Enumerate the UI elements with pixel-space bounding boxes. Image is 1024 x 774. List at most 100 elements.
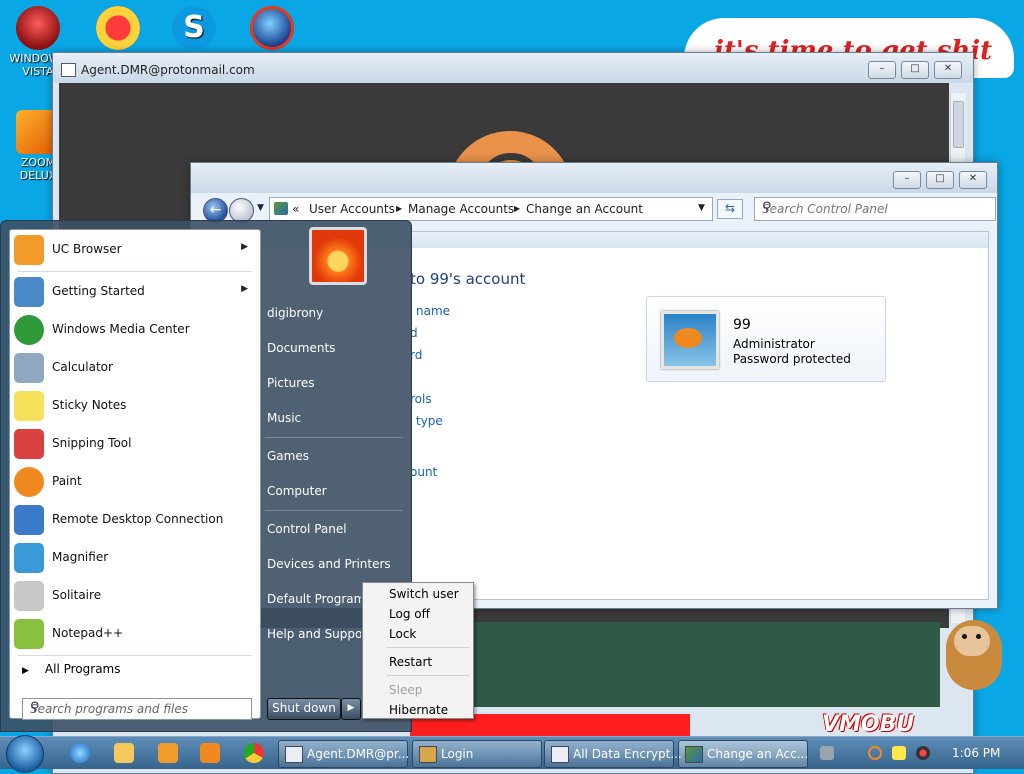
user-avatar[interactable] (309, 227, 367, 285)
uc-browser-icon (14, 235, 44, 265)
shutdown-button[interactable]: Shut down (267, 698, 341, 720)
divider (387, 675, 469, 676)
account-status: Password protected (733, 352, 851, 366)
start-right-pictures[interactable]: Pictures (267, 376, 407, 390)
start-right-control-panel[interactable]: Control Panel (267, 522, 407, 536)
minimize-button[interactable]: – (868, 61, 896, 79)
refresh-icon[interactable]: ⇆ (717, 199, 743, 219)
start-item-magnifier[interactable]: Magnifier (10, 540, 260, 576)
fish-icon (674, 328, 702, 348)
divider (265, 437, 403, 438)
start-item-solitaire[interactable]: Solitaire (10, 578, 260, 614)
account-card: 99 Administrator Password protected (646, 296, 886, 382)
search-tray-icon[interactable] (868, 746, 882, 760)
start-item-remote-desktop[interactable]: Remote Desktop Connection (10, 502, 260, 538)
power-item-log-off[interactable]: Log off (389, 607, 430, 621)
maximize-button[interactable]: □ (926, 171, 954, 189)
all-programs-label: All Programs (44, 662, 121, 676)
uc-browser-taskbar-icon[interactable] (200, 743, 220, 763)
account-name: 99 (733, 317, 751, 333)
submenu-arrow-icon: ▶ (241, 242, 248, 252)
window-titlebar[interactable]: – □ ✕ (191, 163, 997, 193)
start-right-games[interactable]: Games (267, 449, 407, 463)
breadcrumb-separator-icon[interactable]: ▶ (514, 204, 520, 213)
avatar (661, 311, 719, 369)
start-button[interactable] (6, 735, 44, 773)
window-icon (61, 63, 76, 77)
start-item-uc-browser[interactable]: UC Browser ▶ (10, 232, 260, 268)
submenu-arrow-icon: ▶ (241, 284, 248, 294)
getting-started-icon (14, 277, 44, 307)
task-link-change-name[interactable]: name (416, 304, 450, 318)
start-search-input[interactable]: Search programs and files ⚲ (22, 698, 252, 720)
start-right-default-programs[interactable]: Default Programs (267, 592, 361, 606)
notes-tray-icon[interactable] (892, 746, 906, 760)
power-options-menu: Switch user Log off Lock Restart Sleep H… (362, 582, 474, 719)
minimize-button[interactable]: – (893, 171, 921, 189)
chrome-icon[interactable] (244, 743, 264, 763)
breadcrumb-user-accounts[interactable]: User Accounts (309, 202, 395, 216)
desktop-icon-p-app[interactable] (88, 6, 148, 52)
hamster-eye (976, 634, 981, 639)
start-item-sticky-notes[interactable]: Sticky Notes (10, 388, 260, 424)
breadcrumb-separator-icon[interactable]: ▶ (396, 204, 402, 213)
ball-icon (16, 6, 60, 50)
search-icon[interactable]: ⚲ (30, 700, 246, 715)
power-item-lock[interactable]: Lock (389, 627, 416, 641)
window-titlebar[interactable]: Agent.DMR@protonmail.com – □ ✕ (53, 53, 973, 83)
address-field[interactable]: « User Accounts ▶ Manage Accounts ▶ Chan… (269, 197, 713, 221)
close-button[interactable]: ✕ (959, 171, 987, 189)
power-item-restart[interactable]: Restart (389, 655, 432, 669)
desktop-icon-skype[interactable]: S (164, 6, 224, 52)
address-dropdown-icon[interactable]: ▼ (698, 203, 705, 213)
close-button[interactable]: ✕ (934, 61, 962, 79)
task-link-parental-controls[interactable]: rols (410, 392, 432, 406)
skype-icon: S (172, 6, 216, 50)
start-menu: UC Browser ▶ Getting Started ▶ Windows M… (0, 220, 412, 732)
all-programs-item[interactable]: ▶ All Programs (22, 662, 121, 676)
start-right-user[interactable]: digibrony (267, 306, 407, 320)
search-icon[interactable]: ⚲ (762, 200, 990, 215)
paint-palette-icon (14, 467, 44, 497)
start-right-help-support[interactable]: Help and Support (267, 627, 361, 641)
taskbar-button-login[interactable]: Login (412, 740, 542, 768)
maximize-button[interactable]: □ (901, 61, 929, 79)
taskbar-clock[interactable]: 1:06 PM (952, 746, 1000, 760)
search-control-panel-input[interactable]: Search Control Panel ⚲ (754, 197, 996, 221)
breadcrumb-change-an-account[interactable]: Change an Account (526, 202, 643, 216)
shutdown-options-arrow-icon[interactable]: ▶ (341, 698, 361, 720)
volume-tray-icon[interactable] (916, 746, 930, 760)
start-item-notepad-plus-plus[interactable]: Notepad++ (10, 616, 260, 652)
scrollbar-thumb[interactable] (953, 101, 964, 148)
recent-pages-chevron-icon[interactable]: ▼ (257, 203, 264, 213)
start-item-snipping-tool[interactable]: Snipping Tool (10, 426, 260, 462)
taskbar-button-encrypt[interactable]: All Data Encrypt... (544, 740, 682, 768)
network-tray-icon[interactable] (820, 746, 834, 760)
globe-icon (250, 6, 294, 50)
file-explorer-icon[interactable] (114, 743, 134, 763)
power-item-switch-user[interactable]: Switch user (389, 587, 459, 601)
power-item-hibernate[interactable]: Hibernate (389, 703, 448, 717)
media-player-icon[interactable] (158, 743, 178, 763)
internet-explorer-icon[interactable] (70, 743, 90, 763)
start-item-getting-started[interactable]: Getting Started ▶ (10, 274, 260, 310)
taskbar-button-browser[interactable]: Agent.DMR@pr... (278, 740, 409, 768)
start-item-paint[interactable]: Paint (10, 464, 260, 500)
start-right-devices-printers[interactable]: Devices and Printers (267, 557, 407, 571)
start-right-computer[interactable]: Computer (267, 484, 407, 498)
taskbar-button-change-account[interactable]: Change an Acc... (678, 740, 808, 768)
task-link-delete-account[interactable]: ount (410, 465, 437, 479)
divider (265, 510, 403, 511)
start-item-windows-media-center[interactable]: Windows Media Center (10, 312, 260, 348)
account-role: Administrator (733, 337, 815, 351)
desktop-icon-globe-app[interactable] (242, 6, 302, 52)
breadcrumb-overflow[interactable]: « (292, 202, 299, 216)
start-right-music[interactable]: Music (267, 411, 407, 425)
task-link-account-type[interactable]: type (416, 414, 443, 428)
start-item-calculator[interactable]: Calculator (10, 350, 260, 386)
login-app-icon (419, 746, 437, 763)
start-right-documents[interactable]: Documents (267, 341, 407, 355)
breadcrumb-manage-accounts[interactable]: Manage Accounts (408, 202, 514, 216)
start-menu-programs-pane: UC Browser ▶ Getting Started ▶ Windows M… (9, 229, 261, 720)
divider (387, 647, 469, 648)
